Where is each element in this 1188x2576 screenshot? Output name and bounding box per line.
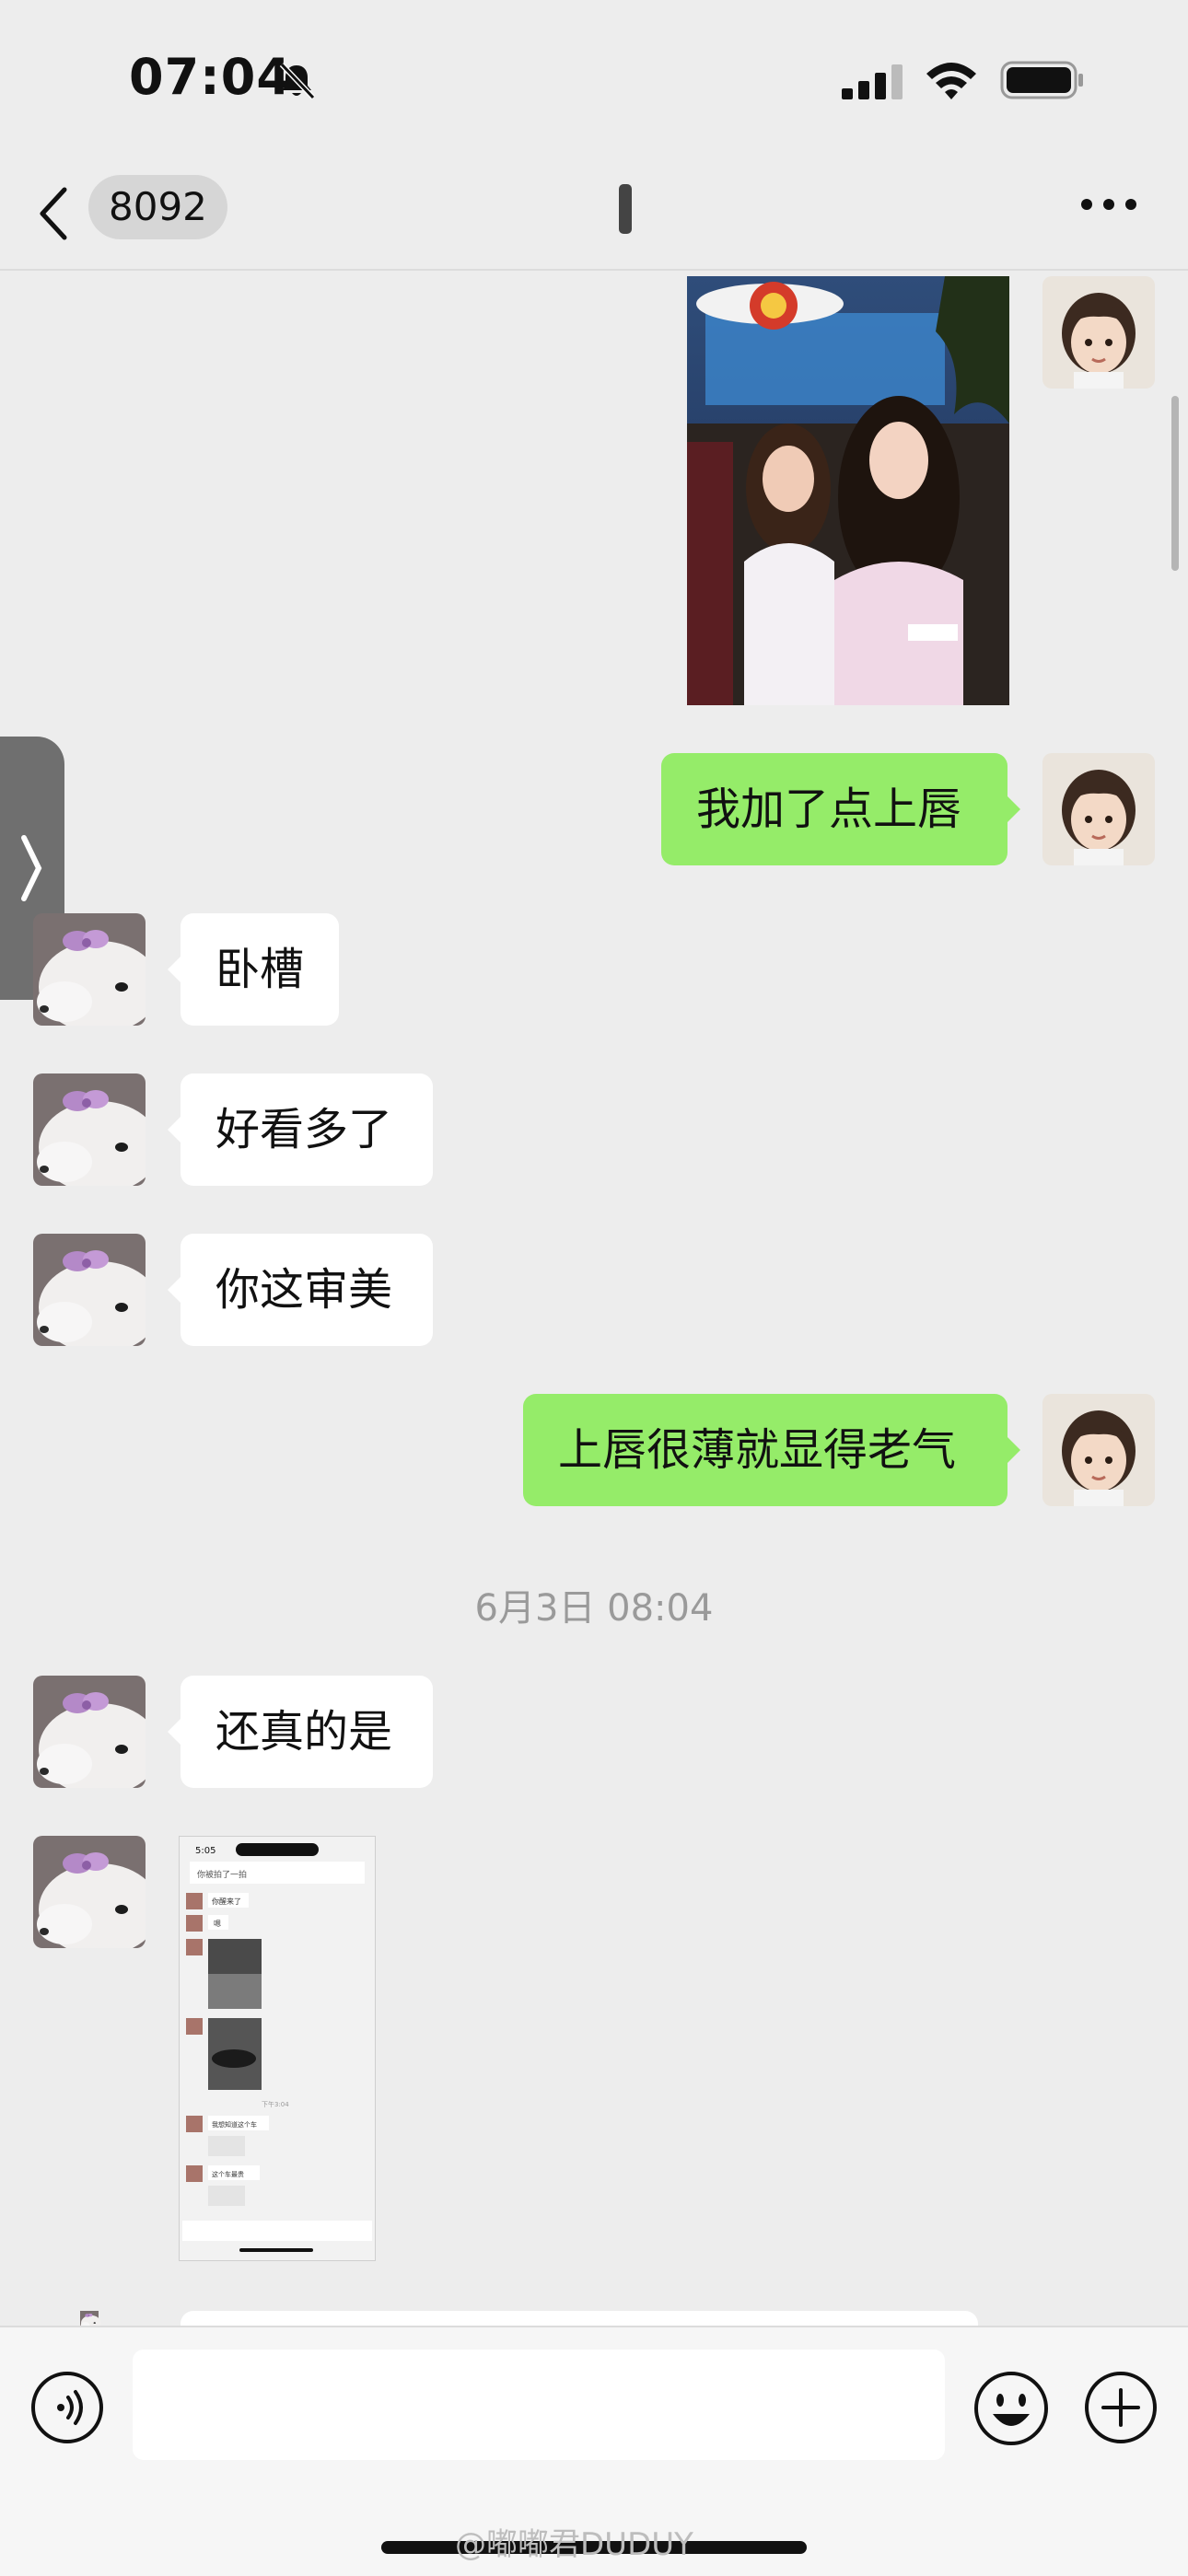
thumb-msg4: 这个车最贵: [212, 2170, 244, 2178]
screenshot-image-message[interactable]: 5:05 你被拍了一拍 你醒来了 嗯 下午3:04 我想知道这个车 这个车最贵: [179, 1836, 376, 2261]
wifi-icon: [926, 63, 976, 99]
battery-icon: [1000, 61, 1083, 99]
friend-avatar[interactable]: [33, 913, 146, 1026]
back-chevron-icon[interactable]: [37, 184, 74, 243]
mute-bell-icon: [279, 62, 316, 100]
friend-avatar[interactable]: [33, 1073, 146, 1186]
voice-input-icon[interactable]: [29, 2370, 105, 2445]
add-attachment-icon[interactable]: [1083, 2370, 1159, 2445]
outgoing-message-bubble[interactable]: 上唇很薄就显得老气: [523, 1394, 1020, 1506]
chat-timestamp: 6月3日 08:04: [474, 1587, 714, 1630]
chat-header: 8092: [0, 157, 1188, 271]
thumb-msg3: 我想知道这个车: [212, 2120, 257, 2129]
friend-avatar[interactable]: [33, 1676, 146, 1788]
status-bar: 07:04: [0, 0, 1188, 157]
emoji-icon[interactable]: [973, 2370, 1050, 2447]
my-avatar[interactable]: [1042, 276, 1155, 389]
incoming-message-bubble[interactable]: 你这审美: [168, 1234, 433, 1346]
friend-avatar[interactable]: [33, 1836, 146, 1948]
incoming-message-bubble-partial: [181, 2311, 978, 2326]
contact-name-badge[interactable]: 8092: [88, 175, 227, 239]
message-text-input[interactable]: [133, 2350, 945, 2460]
thumb-time: 5:05: [195, 1846, 215, 1856]
status-time: 07:04: [129, 48, 292, 106]
outgoing-message-bubble[interactable]: 我加了点上唇: [661, 753, 1020, 865]
thumb-pinned: 你被拍了一拍: [197, 1869, 247, 1880]
incoming-message-bubble[interactable]: 卧槽: [168, 913, 339, 1026]
chevron-right-icon: [21, 835, 42, 901]
incoming-message-bubble[interactable]: 还真的是: [168, 1676, 433, 1788]
thumb-msg1: 你醒来了: [212, 1897, 241, 1906]
scrollbar[interactable]: [1171, 396, 1179, 571]
incoming-message-bubble[interactable]: 好看多了: [168, 1073, 433, 1186]
thumb-msg2: 嗯: [214, 1920, 221, 1928]
watermark: @嘟嘟君DUDUY: [455, 2526, 693, 2563]
more-options-icon[interactable]: [1079, 191, 1138, 217]
my-avatar[interactable]: [1042, 753, 1155, 865]
friend-avatar[interactable]: [33, 1234, 146, 1346]
title-placeholder: [619, 184, 632, 234]
my-avatar[interactable]: [1042, 1394, 1155, 1506]
cellular-signal-icon: [842, 64, 903, 99]
outgoing-photo-message[interactable]: [687, 276, 1009, 705]
thumb-time-sep: 下午3:04: [262, 2100, 289, 2108]
